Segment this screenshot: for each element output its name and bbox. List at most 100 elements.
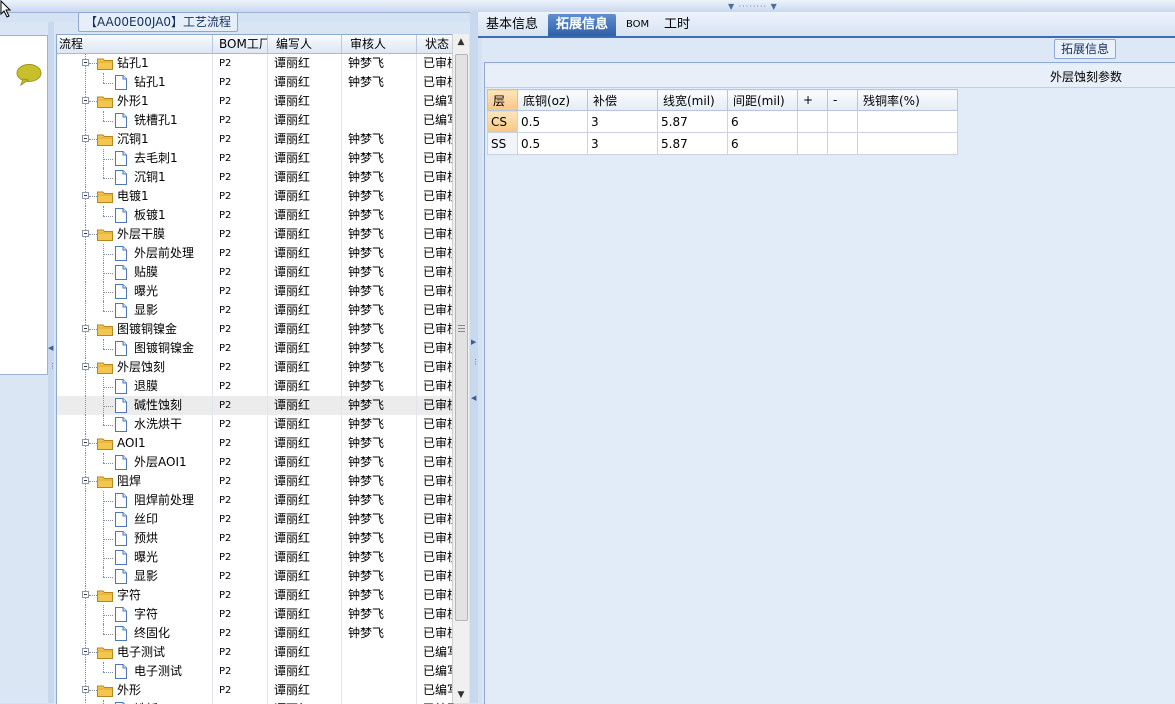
etch-cell-residual[interactable]: [857, 132, 958, 155]
tree-node-cell[interactable]: 电子测试: [57, 662, 213, 681]
collapse-toggle-icon[interactable]: [82, 325, 89, 332]
tree-step-row[interactable]: 丝印 P2谭丽红钟梦飞已审核: [57, 510, 453, 529]
etch-cell-base-copper[interactable]: 0.5: [517, 132, 588, 155]
center-splitter[interactable]: ▶ ⋮ ◀: [470, 12, 479, 703]
etch-cell-base-copper[interactable]: 0.5: [517, 110, 588, 133]
etch-cell-minus[interactable]: [827, 132, 858, 155]
splitter-arrow-icon[interactable]: ◀: [48, 344, 53, 352]
etch-cell-spacing[interactable]: 6: [727, 132, 798, 155]
tree-folder-row[interactable]: 钻孔1 P2谭丽红钟梦飞已审核: [57, 54, 453, 73]
tree-step-row[interactable]: 曝光 P2谭丽红钟梦飞已审核: [57, 548, 453, 567]
tree-step-row[interactable]: 终固化 P2谭丽红钟梦飞已审核: [57, 624, 453, 643]
tree-node-cell[interactable]: 预烘: [57, 529, 213, 548]
tree-node-cell[interactable]: 钻孔1: [57, 73, 213, 92]
tree-step-row[interactable]: 铣槽孔1 P2谭丽红 已编写: [57, 111, 453, 130]
tree-node-cell[interactable]: 钻孔1: [57, 54, 213, 73]
tree-step-row[interactable]: 图镀铜镍金 P2谭丽红钟梦飞已审核: [57, 339, 453, 358]
tree-folder-row[interactable]: 外层干膜 P2谭丽红钟梦飞已审核: [57, 225, 453, 244]
etch-cell-spacing[interactable]: 6: [727, 110, 798, 133]
collapse-toggle-icon[interactable]: [82, 477, 89, 484]
collapse-toggle-icon[interactable]: [82, 648, 89, 655]
column-header-flow[interactable]: 流程: [57, 35, 213, 53]
tree-node-cell[interactable]: 沉铜1: [57, 130, 213, 149]
etch-col-residual[interactable]: 残铜率(%): [857, 89, 958, 111]
collapse-toggle-icon[interactable]: [82, 686, 89, 693]
tree-step-row[interactable]: 铣板 P2谭丽红 已编写: [57, 700, 453, 704]
etch-row[interactable]: SS 0.5 3 5.87 6: [487, 132, 958, 155]
collapse-toggle-icon[interactable]: [82, 59, 89, 66]
tree-step-row[interactable]: 贴膜 P2谭丽红钟梦飞已审核: [57, 263, 453, 282]
tree-node-cell[interactable]: AOI1: [57, 434, 213, 453]
tree-step-row[interactable]: 字符 P2谭丽红钟梦飞已审核: [57, 605, 453, 624]
etch-col-line-width[interactable]: 线宽(mil): [657, 89, 728, 111]
etch-cell-residual[interactable]: [857, 110, 958, 133]
tree-node-cell[interactable]: 外层蚀刻: [57, 358, 213, 377]
etch-cell-compensation[interactable]: 3: [587, 110, 658, 133]
tree-step-row[interactable]: 沉铜1 P2谭丽红钟梦飞已审核: [57, 168, 453, 187]
tree-node-cell[interactable]: 外形: [57, 681, 213, 700]
tree-node-cell[interactable]: 曝光: [57, 548, 213, 567]
tree-node-cell[interactable]: 水洗烘干: [57, 415, 213, 434]
tree-folder-row[interactable]: 外形1 P2谭丽红 已编写: [57, 92, 453, 111]
etch-cell-line-width[interactable]: 5.87: [657, 132, 728, 155]
etch-col-spacing[interactable]: 间距(mil): [727, 89, 798, 111]
tree-node-cell[interactable]: 电子测试: [57, 643, 213, 662]
tree-node-cell[interactable]: 外层前处理: [57, 244, 213, 263]
tree-folder-row[interactable]: 外层蚀刻 P2谭丽红钟梦飞已审核: [57, 358, 453, 377]
etch-cell-line-width[interactable]: 5.87: [657, 110, 728, 133]
tab-extension-info[interactable]: 拓展信息: [548, 14, 617, 36]
tree-node-cell[interactable]: 字符: [57, 586, 213, 605]
tree-step-row[interactable]: 板镀1 P2谭丽红钟梦飞已审核: [57, 206, 453, 225]
tree-node-cell[interactable]: 板镀1: [57, 206, 213, 225]
tree-folder-row[interactable]: 阻焊 P2谭丽红钟梦飞已审核: [57, 472, 453, 491]
tree-folder-row[interactable]: 图镀铜镍金 P2谭丽红钟梦飞已审核: [57, 320, 453, 339]
tab-bom[interactable]: BOM: [618, 14, 657, 36]
tree-folder-row[interactable]: 外形 P2谭丽红 已编写: [57, 681, 453, 700]
tree-node-cell[interactable]: 铣槽孔1: [57, 111, 213, 130]
tree-node-cell[interactable]: 图镀铜镍金: [57, 339, 213, 358]
tree-folder-row[interactable]: 沉铜1 P2谭丽红钟梦飞已审核: [57, 130, 453, 149]
tree-node-cell[interactable]: 电镀1: [57, 187, 213, 206]
vertical-scrollbar[interactable]: ▲ ▼: [452, 34, 469, 703]
tree-node-cell[interactable]: 外形1: [57, 92, 213, 111]
chat-bubble-icon[interactable]: [16, 64, 42, 86]
tree-node-cell[interactable]: 去毛刺1: [57, 149, 213, 168]
tree-step-row[interactable]: 外层前处理 P2谭丽红钟梦飞已审核: [57, 244, 453, 263]
tree-node-cell[interactable]: 外层AOI1: [57, 453, 213, 472]
tree-node-cell[interactable]: 丝印: [57, 510, 213, 529]
tree-step-row[interactable]: 阻焊前处理 P2谭丽红钟梦飞已审核: [57, 491, 453, 510]
tree-node-cell[interactable]: 显影: [57, 567, 213, 586]
tree-node-cell[interactable]: 碱性蚀刻: [57, 396, 213, 415]
collapse-toggle-icon[interactable]: [82, 135, 89, 142]
tab-basic-info[interactable]: 基本信息: [478, 14, 546, 36]
collapse-toggle-icon[interactable]: [82, 192, 89, 199]
etch-cell-compensation[interactable]: 3: [587, 132, 658, 155]
tree-node-cell[interactable]: 外层干膜: [57, 225, 213, 244]
tree-node-cell[interactable]: 退膜: [57, 377, 213, 396]
etch-col-layer[interactable]: 层: [487, 89, 518, 111]
tree-folder-row[interactable]: 电子测试 P2谭丽红 已编写: [57, 643, 453, 662]
tree-step-row[interactable]: 显影 P2谭丽红钟梦飞已审核: [57, 301, 453, 320]
collapse-grip-icon[interactable]: ▼ ········ ▼: [728, 2, 778, 11]
etch-row[interactable]: CS 0.5 3 5.87 6: [487, 110, 958, 133]
tree-node-cell[interactable]: 终固化: [57, 624, 213, 643]
etch-col-base-copper[interactable]: 底铜(oz): [517, 89, 588, 111]
collapse-toggle-icon[interactable]: [82, 439, 89, 446]
tree-step-row[interactable]: 外层AOI1 P2谭丽红钟梦飞已审核: [57, 453, 453, 472]
tree-node-cell[interactable]: 阻焊前处理: [57, 491, 213, 510]
tree-node-cell[interactable]: 铣板: [57, 700, 213, 704]
etch-cell-layer[interactable]: CS: [487, 110, 518, 133]
collapse-toggle-icon[interactable]: [82, 591, 89, 598]
splitter-arrow-left-icon[interactable]: ◀: [471, 394, 476, 402]
column-header-reviewer[interactable]: 审核人: [342, 35, 417, 53]
column-header-status[interactable]: 状态: [417, 35, 453, 53]
tab-work-hours[interactable]: 工时: [656, 14, 698, 36]
tree-folder-row[interactable]: 字符 P2谭丽红钟梦飞已审核: [57, 586, 453, 605]
column-header-editor[interactable]: 编写人: [268, 35, 342, 53]
tree-step-row[interactable]: 曝光 P2谭丽红钟梦飞已审核: [57, 282, 453, 301]
tree-node-cell[interactable]: 字符: [57, 605, 213, 624]
tree-node-cell[interactable]: 图镀铜镍金: [57, 320, 213, 339]
etch-cell-minus[interactable]: [827, 110, 858, 133]
tree-folder-row[interactable]: AOI1 P2谭丽红钟梦飞已审核: [57, 434, 453, 453]
scrollbar-thumb[interactable]: [455, 54, 468, 621]
